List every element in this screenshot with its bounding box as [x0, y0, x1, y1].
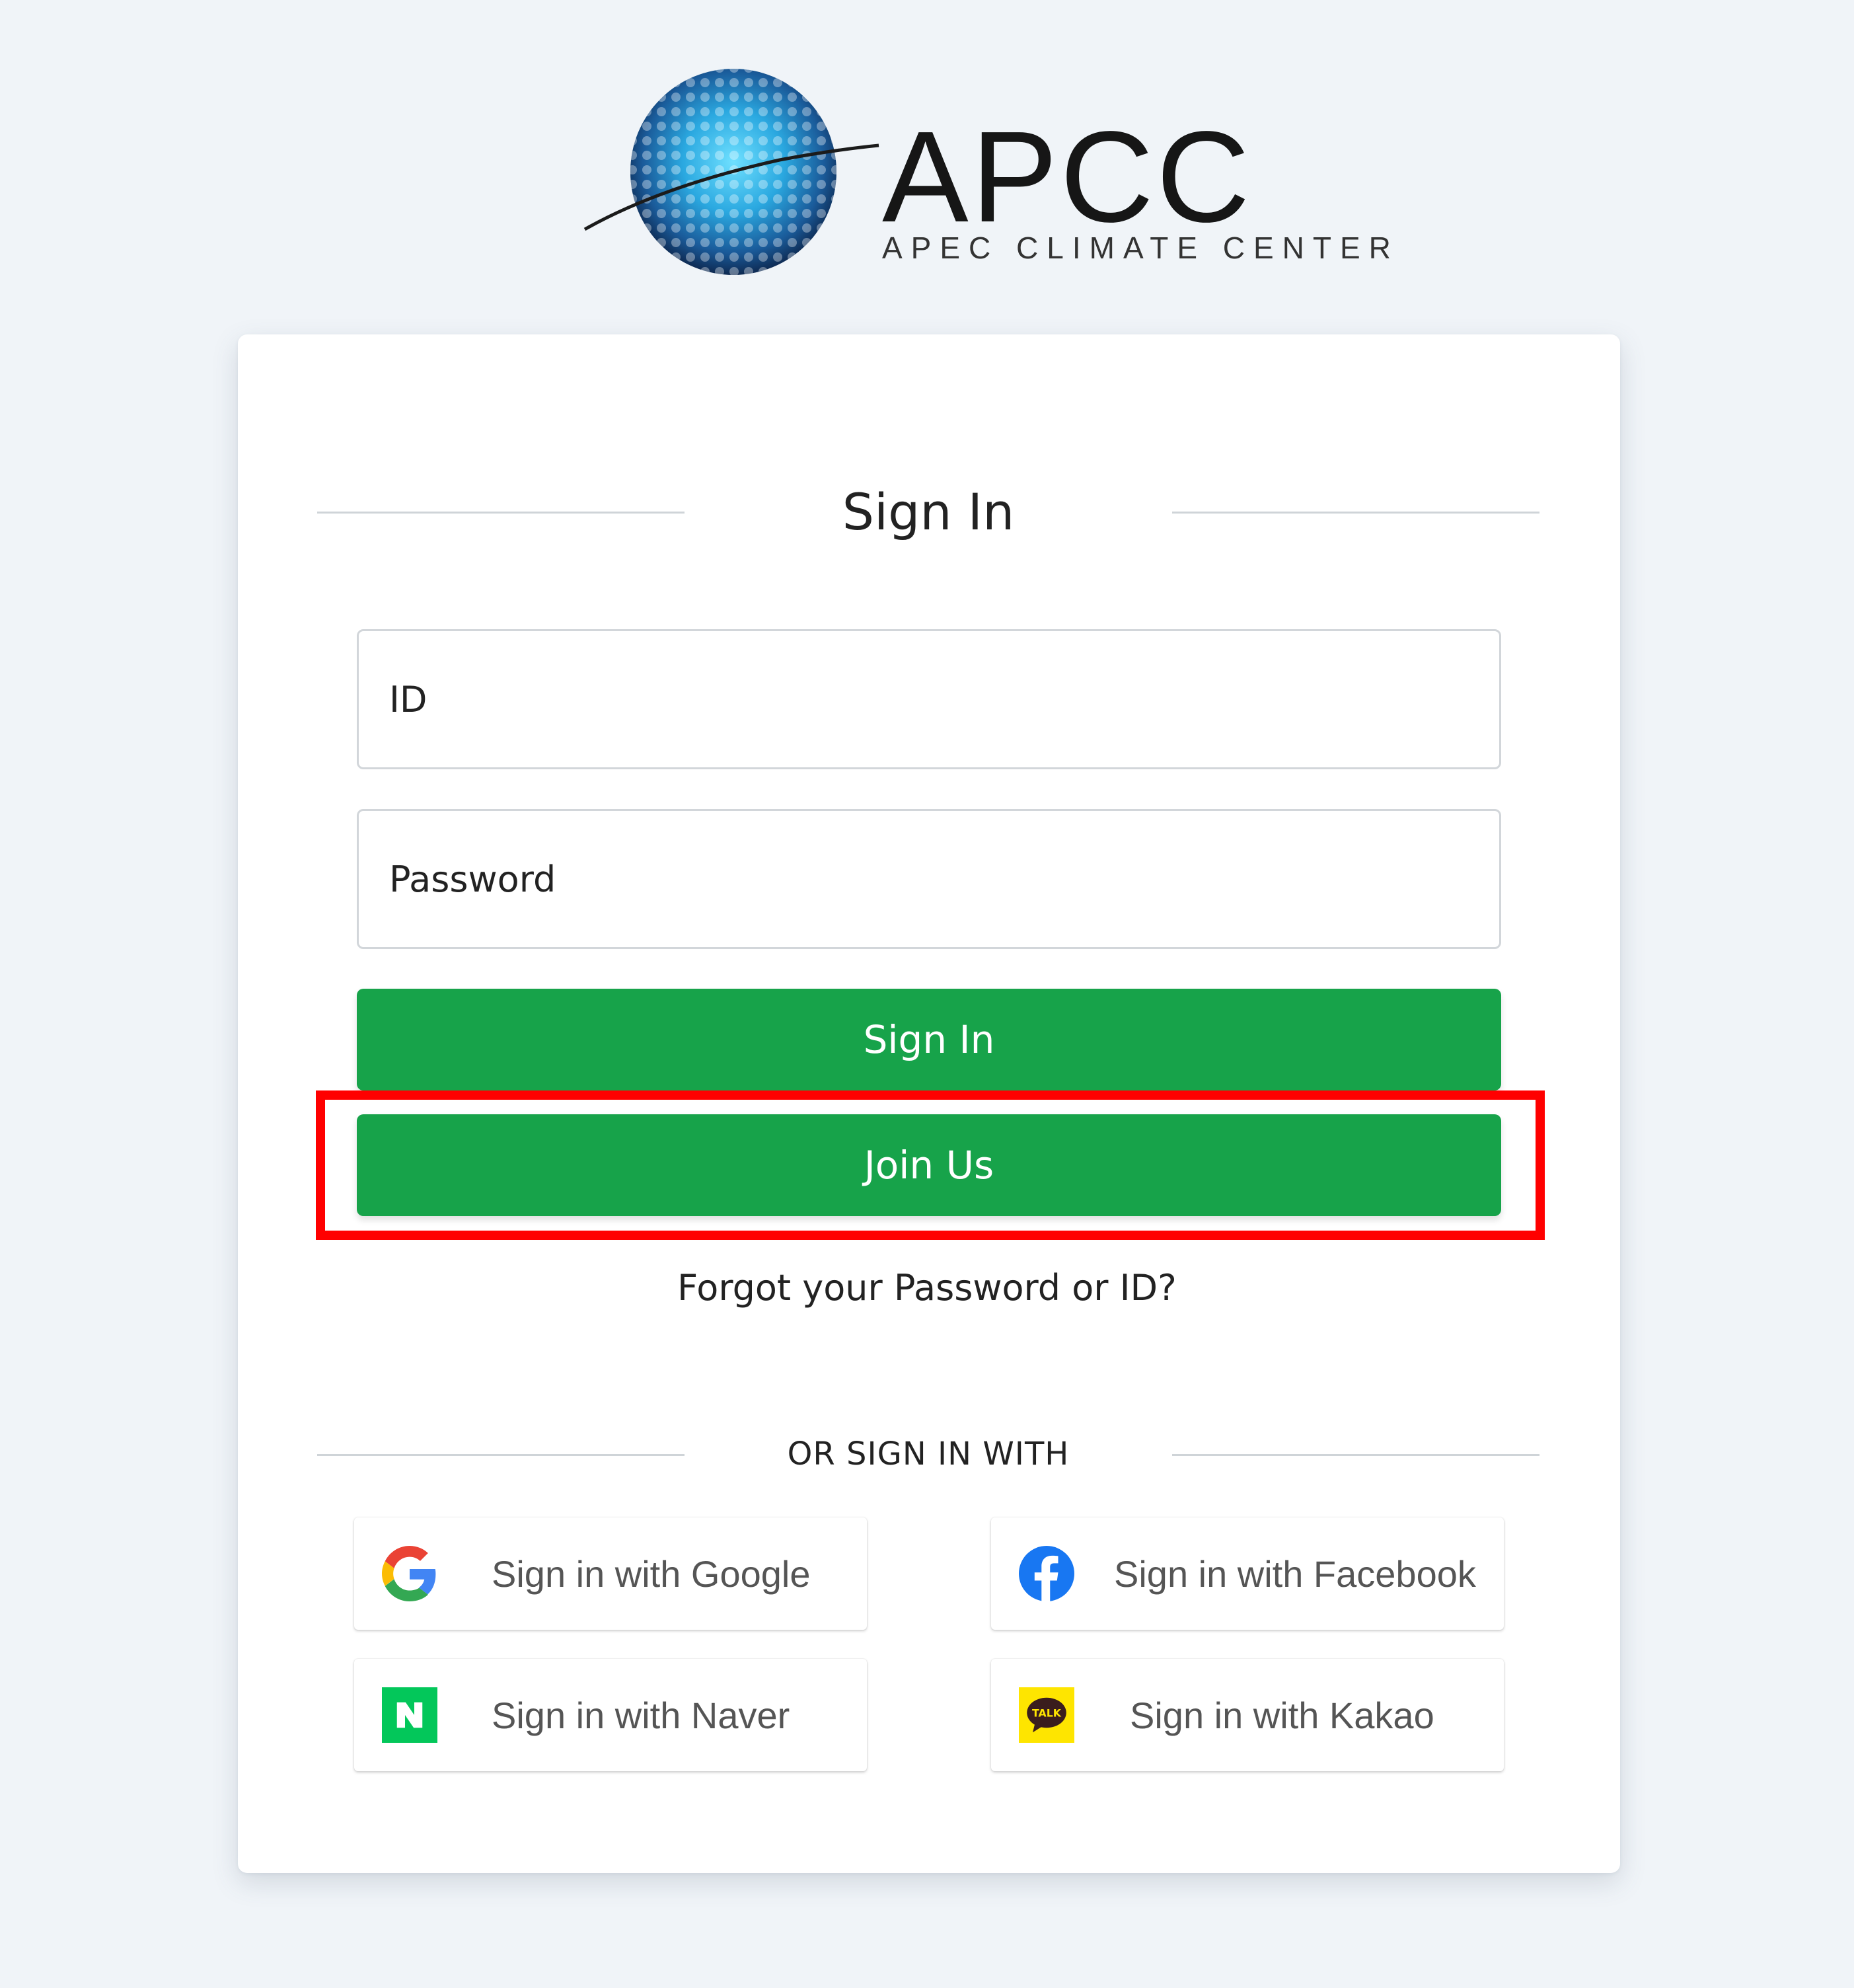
forgot-password-link[interactable]: Forgot your Password or ID?	[0, 1261, 1854, 1314]
id-field[interactable]	[357, 629, 1501, 769]
logo-wordmark: APCC	[882, 104, 1253, 249]
kakao-signin-label: Sign in with Kakao	[1130, 1694, 1434, 1736]
apcc-logo: APCC APEC CLIMATE CENTER	[581, 61, 1391, 286]
facebook-signin-label: Sign in with Facebook	[1114, 1552, 1476, 1595]
naver-signin-button[interactable]: Sign in with Naver	[354, 1659, 867, 1771]
facebook-icon	[1019, 1546, 1074, 1601]
google-signin-label: Sign in with Google	[492, 1552, 811, 1595]
divider-line	[1172, 512, 1539, 514]
naver-signin-label: Sign in with Naver	[492, 1694, 790, 1736]
facebook-signin-button[interactable]: Sign in with Facebook	[991, 1517, 1504, 1630]
login-page: APCC APEC CLIMATE CENTER Sign In Sign In…	[0, 0, 1854, 1988]
signin-button[interactable]: Sign In	[357, 989, 1501, 1090]
signin-title-row: Sign In	[317, 478, 1539, 545]
signin-card	[238, 334, 1620, 1873]
divider-line	[1172, 1454, 1539, 1456]
naver-icon	[382, 1687, 437, 1743]
globe-logo-icon	[583, 69, 879, 275]
password-field[interactable]	[357, 809, 1501, 949]
svg-text:TALK: TALK	[1032, 1707, 1062, 1720]
join-us-button[interactable]: Join Us	[357, 1114, 1501, 1216]
google-icon	[382, 1546, 436, 1601]
id-input[interactable]	[389, 631, 1499, 767]
google-signin-button[interactable]: Sign in with Google	[354, 1517, 867, 1630]
kakao-icon: TALK	[1019, 1687, 1074, 1743]
password-input[interactable]	[389, 811, 1499, 947]
kakao-signin-button[interactable]: TALK Sign in with Kakao	[991, 1659, 1504, 1771]
logo-subtitle: APEC CLIMATE CENTER	[882, 231, 1399, 265]
social-divider-row: OR SIGN IN WITH	[317, 1421, 1539, 1487]
